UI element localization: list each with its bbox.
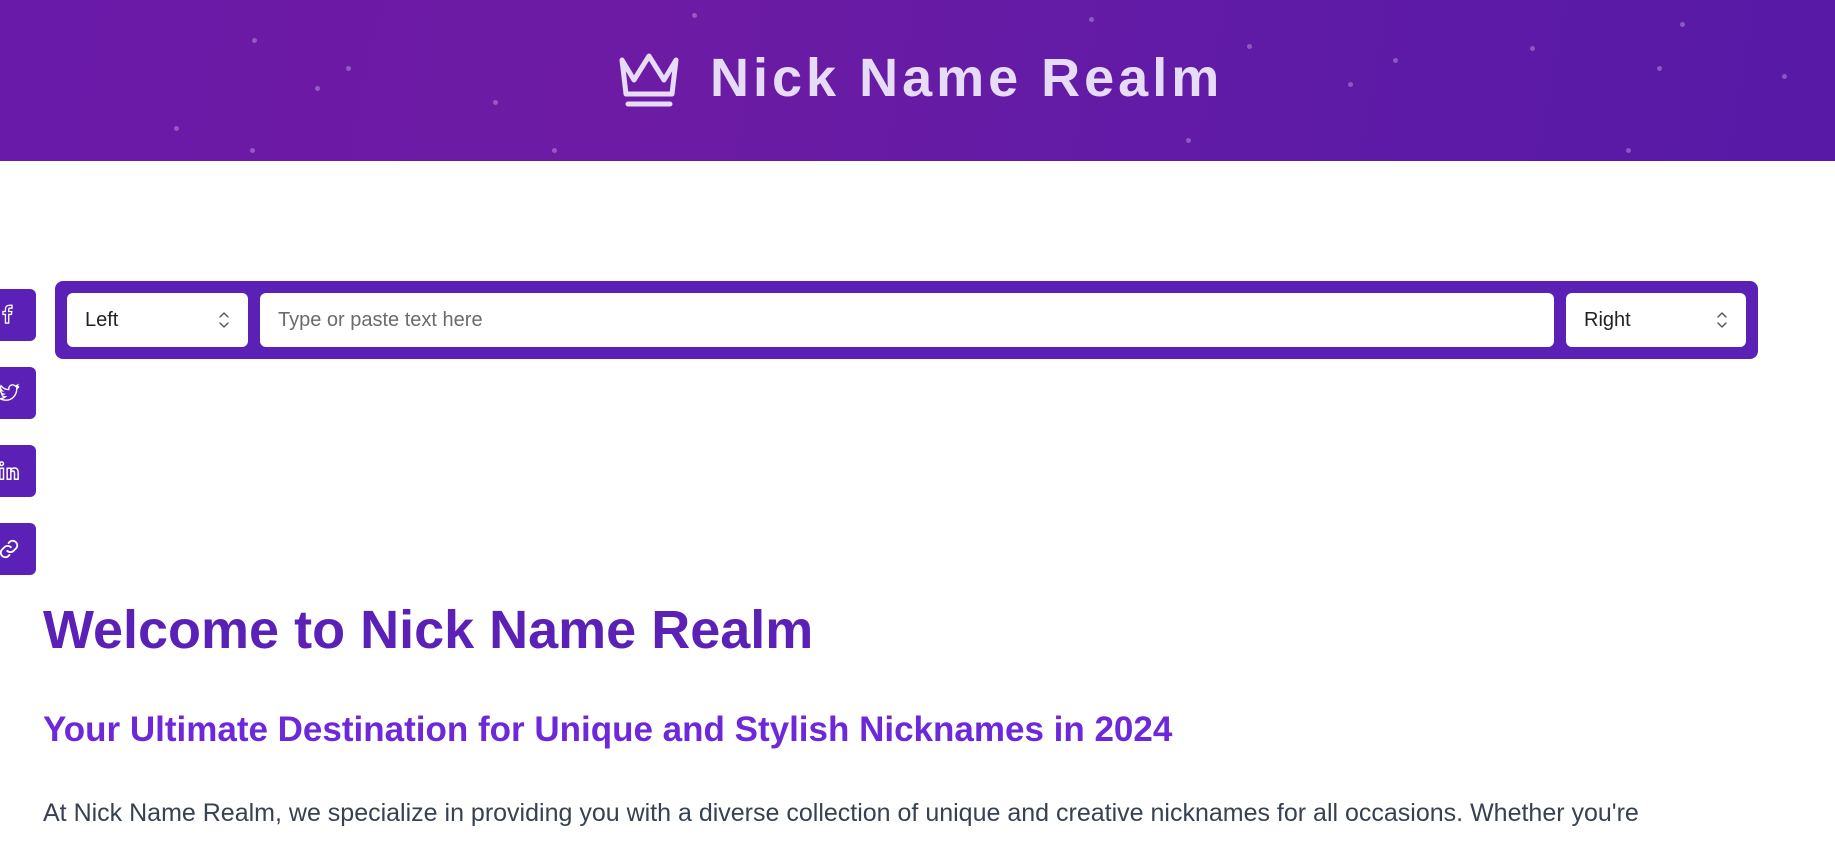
linkedin-icon	[0, 461, 19, 480]
link-icon	[0, 539, 19, 559]
crown-icon	[619, 53, 679, 107]
page-heading: Welcome to Nick Name Realm	[43, 600, 814, 660]
star-dot	[250, 148, 255, 153]
copy-link-button[interactable]	[0, 523, 36, 575]
brand[interactable]: Nick Name Realm	[614, 44, 1223, 112]
share-facebook-button[interactable]	[0, 289, 36, 341]
share-linkedin-button[interactable]	[0, 445, 36, 497]
left-select-value: Left	[85, 308, 119, 331]
star-dot	[1530, 46, 1535, 51]
star-dot	[1657, 66, 1662, 71]
star-dot	[1393, 58, 1398, 63]
star-dot	[692, 13, 697, 18]
star-dot	[1186, 138, 1191, 143]
chevron-updown-icon	[219, 312, 229, 328]
star-dot	[315, 86, 320, 91]
share-sidebar	[0, 289, 36, 601]
star-dot	[252, 38, 257, 43]
right-decoration-select[interactable]: Right	[1566, 293, 1746, 347]
star-dot	[552, 148, 557, 153]
star-dot	[1626, 148, 1631, 153]
site-header: Nick Name Realm	[0, 0, 1835, 161]
page-subheading: Your Ultimate Destination for Unique and…	[43, 710, 1173, 749]
star-dot	[346, 66, 351, 71]
text-converter-bar: Left Right	[55, 281, 1758, 359]
star-dot	[1089, 17, 1094, 22]
star-dot	[493, 100, 498, 105]
star-dot	[1680, 22, 1685, 27]
twitter-icon	[0, 383, 20, 401]
share-twitter-button[interactable]	[0, 367, 36, 419]
right-select-value: Right	[1584, 308, 1631, 331]
site-title: Nick Name Realm	[710, 48, 1224, 108]
intro-paragraph: At Nick Name Realm, we specialize in pro…	[43, 799, 1639, 827]
chevron-updown-icon	[1717, 312, 1727, 328]
star-dot	[1782, 74, 1787, 79]
text-input[interactable]	[260, 293, 1554, 347]
left-decoration-select[interactable]: Left	[67, 293, 248, 347]
main-content: Welcome to Nick Name Realm Your Ultimate…	[43, 596, 1803, 830]
star-dot	[1348, 82, 1353, 87]
star-dot	[1247, 44, 1252, 49]
star-dot	[174, 126, 179, 131]
facebook-icon	[2, 304, 13, 324]
